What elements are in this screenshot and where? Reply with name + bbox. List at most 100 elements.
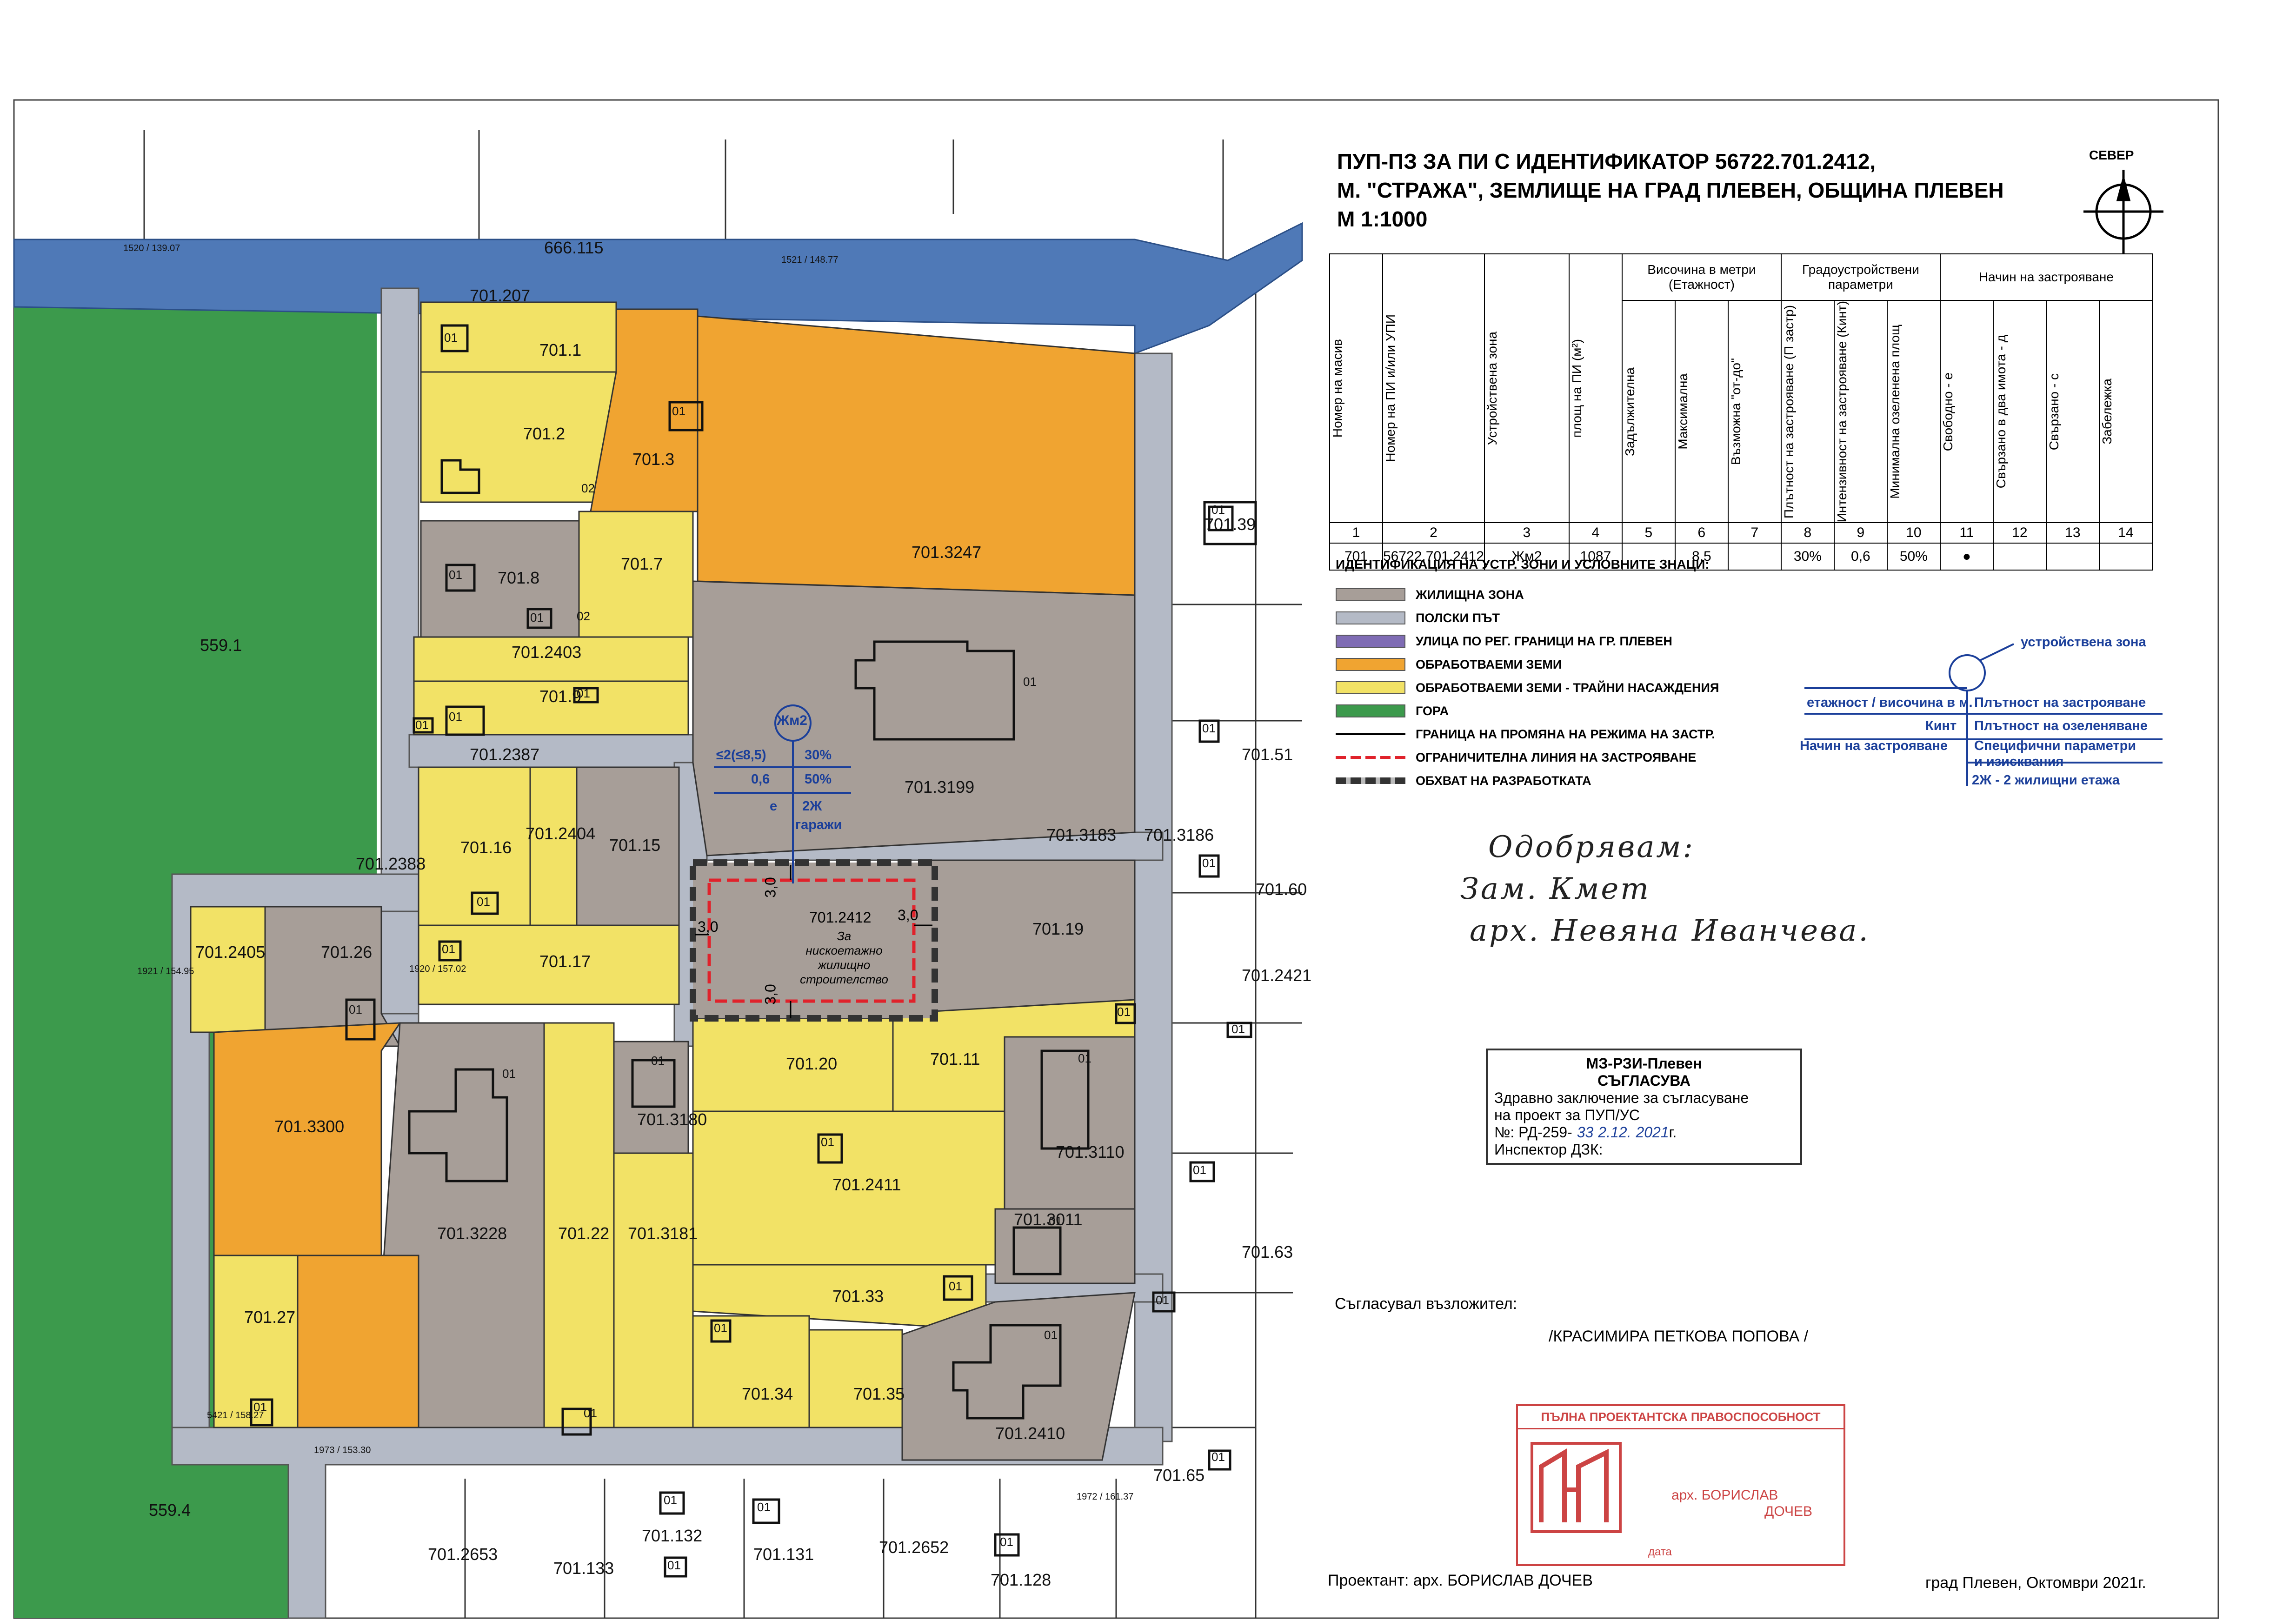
parcel-label: 701.33 xyxy=(832,1287,884,1306)
parcel-label: 701.17 xyxy=(539,952,591,971)
parcel-label: 701.3247 xyxy=(912,543,981,562)
parcel-label: 701.2388 xyxy=(356,854,426,873)
parcel-label: 701.2410 xyxy=(995,1424,1065,1443)
parcel-label: 701.3300 xyxy=(274,1117,344,1136)
legend-title: ИДЕНТИФИКАЦИЯ НА УСТР. ЗОНИ И УСЛОВНИТЕ … xyxy=(1336,557,1710,571)
th-zone: Устройствена зона xyxy=(1484,253,1570,524)
parcel-label: 701.131 xyxy=(753,1545,814,1564)
legend-swatch xyxy=(1336,774,1405,787)
parcel-label: 701.2405 xyxy=(195,943,265,962)
building-number: 01 xyxy=(442,942,455,956)
survey-point: 1973 / 153.30 xyxy=(314,1445,371,1455)
parcel-label: 701.2653 xyxy=(428,1545,498,1564)
key-note: 2Ж - 2 жилищни етажа xyxy=(1972,773,2120,788)
parcel-label: 701.60 xyxy=(1256,880,1307,899)
parcel-701-19 xyxy=(929,859,1136,1019)
parcel-label: 701.2403 xyxy=(512,643,581,662)
parcel-label: 701.2652 xyxy=(879,1538,949,1557)
plan-title: ПУП-ПЗ ЗА ПИ С ИДЕНТИФИКАТОР 56722.701.2… xyxy=(1337,147,2004,233)
parcel-label: 701.3110 xyxy=(1056,1142,1124,1162)
legend-swatch xyxy=(1336,588,1405,601)
legend-swatch xyxy=(1336,728,1405,741)
building-number: 01 xyxy=(714,1321,727,1335)
key-density: Плътност на застрояване xyxy=(1974,695,2146,710)
offset-bottom: 3,0 xyxy=(762,984,779,1005)
parcel-label: 701.27 xyxy=(244,1308,295,1327)
zone-tag-height: ≤2(≤8,5) xyxy=(716,748,766,763)
parcel-label: 701.63 xyxy=(1242,1242,1293,1261)
building-number: 01 xyxy=(349,1003,362,1016)
th-parcel: Номер на ПИ и/или УПИ xyxy=(1382,253,1485,524)
th-height-group: Височина в метри (Етажност) xyxy=(1621,253,1782,301)
legend-item-6: ГОРА xyxy=(1336,703,1449,719)
parcel-label: 559.4 xyxy=(149,1500,191,1520)
parcel-701-3300b xyxy=(297,1255,419,1428)
building-number: 01 xyxy=(1211,503,1225,517)
legend-item-4: ОБРАБОТВАЕМИ ЗЕМИ xyxy=(1336,657,1562,672)
survey-point: 1972 / 161.37 xyxy=(1077,1492,1133,1502)
column-number-9: 9 xyxy=(1833,522,1888,544)
building-number: 01 xyxy=(1044,1328,1058,1342)
parcel-label: 701.35 xyxy=(853,1384,905,1403)
cadastral-map: 666.115701.207701.1701.2701.3701.3247701… xyxy=(13,99,2219,1619)
parcel-label: 701.9 xyxy=(539,687,581,706)
building-number: 01 xyxy=(1000,1535,1013,1549)
legend-item-9: ОБХВАТ НА РАЗРАБОТКАТА xyxy=(1336,773,1591,789)
building-number: 01 xyxy=(672,404,685,418)
zone-tag-floors: 2Ж xyxy=(802,799,822,814)
agreed-label: Съгласувал възложител: xyxy=(1335,1295,1517,1313)
parcel-label: 701.3 xyxy=(632,450,674,469)
subject-purpose: За нискоетажно жилищно строителство xyxy=(800,929,888,986)
parcel-label: 701.26 xyxy=(321,943,372,962)
place-date: град Плевен, Октомври 2021г. xyxy=(1925,1574,2146,1592)
cell-13 xyxy=(2045,543,2100,571)
column-number-10: 10 xyxy=(1886,522,1941,544)
key-specific: Специфични параметри xyxy=(1974,738,2136,753)
column-number-7: 7 xyxy=(1727,522,1782,544)
approval-line-1: Одобрявам: xyxy=(1488,830,1695,864)
title-line-2: М. "СТРАЖА", ЗЕМЛИЩЕ НА ГРАД ПЛЕВЕН, ОБЩ… xyxy=(1337,178,2004,202)
parcel-label: 701.20 xyxy=(786,1054,837,1073)
parcel-label: 701.2421 xyxy=(1242,966,1311,985)
survey-point: 1521 / 148.77 xyxy=(781,255,838,265)
building-number: 01 xyxy=(577,686,590,700)
zone-tag-method: е xyxy=(770,799,778,814)
agreed-name: /КРАСИМИРА ПЕТКОВА ПОПОВА / xyxy=(1549,1328,1809,1345)
column-number-11: 11 xyxy=(1939,522,1994,544)
license-stamp: ПЪЛНА ПРОЕКТАНТСКА ПРАВОСПОСОБНОСТ арх. … xyxy=(1516,1404,1845,1566)
zone-tag-density: 30% xyxy=(805,748,832,763)
legend-item-3: УЛИЦА ПО РЕГ. ГРАНИЦИ НА ГР. ПЛЕВЕН xyxy=(1336,633,1672,649)
key-kint: Кинт xyxy=(1925,718,1957,733)
building-number: 01 xyxy=(1202,721,1216,735)
column-number-2: 2 xyxy=(1382,522,1485,544)
key-method: Начин на застрояване xyxy=(1800,738,1948,753)
parcel-701-3110 xyxy=(1004,1036,1136,1210)
zone-tag-garages: гаражи xyxy=(795,817,842,832)
column-number-4: 4 xyxy=(1568,522,1623,544)
parcel-701-3181 xyxy=(613,1152,694,1428)
th-massif: Номер на масив xyxy=(1329,253,1383,524)
zone-tag-code: Жм2 xyxy=(777,713,807,728)
building-number: 01 xyxy=(1117,1005,1131,1019)
parcel-label: 701.16 xyxy=(460,838,512,857)
parcel-label: 701.2411 xyxy=(832,1175,901,1194)
cell-7 xyxy=(1727,543,1782,571)
legend-item-7: ГРАНИЦА НА ПРОМЯНА НА РЕЖИМА НА ЗАСТР. xyxy=(1336,726,1715,742)
cell-8: 30% xyxy=(1780,543,1835,571)
building-number: 01 xyxy=(821,1135,834,1149)
building-number: 01 xyxy=(757,1500,771,1514)
legend-item-1: ЖИЛИЩНА ЗОНА xyxy=(1336,587,1524,603)
parcel-label: 701.3180 xyxy=(637,1110,707,1129)
parcel-label: 701.128 xyxy=(991,1570,1051,1589)
cell-12 xyxy=(1992,543,2047,571)
th-build-group: Начин на застрояване xyxy=(1939,253,2153,301)
parameters-table: Номер на масив Номер на ПИ и/или УПИ Уст… xyxy=(1329,253,2153,571)
key-floors: етажност / височина в м. xyxy=(1807,695,1973,710)
parcel-label: 701.3183 xyxy=(1046,825,1116,844)
title-line-1: ПУП-ПЗ ЗА ПИ С ИДЕНТИФИКАТОР 56722.701.2… xyxy=(1337,149,1876,173)
parcel-label: 701.2 xyxy=(523,424,565,443)
parcel-label: 701.65 xyxy=(1153,1466,1205,1485)
building-number: 01 xyxy=(1211,1450,1225,1464)
column-number-3: 3 xyxy=(1484,522,1570,544)
parcel-label: 701.8 xyxy=(498,568,539,587)
